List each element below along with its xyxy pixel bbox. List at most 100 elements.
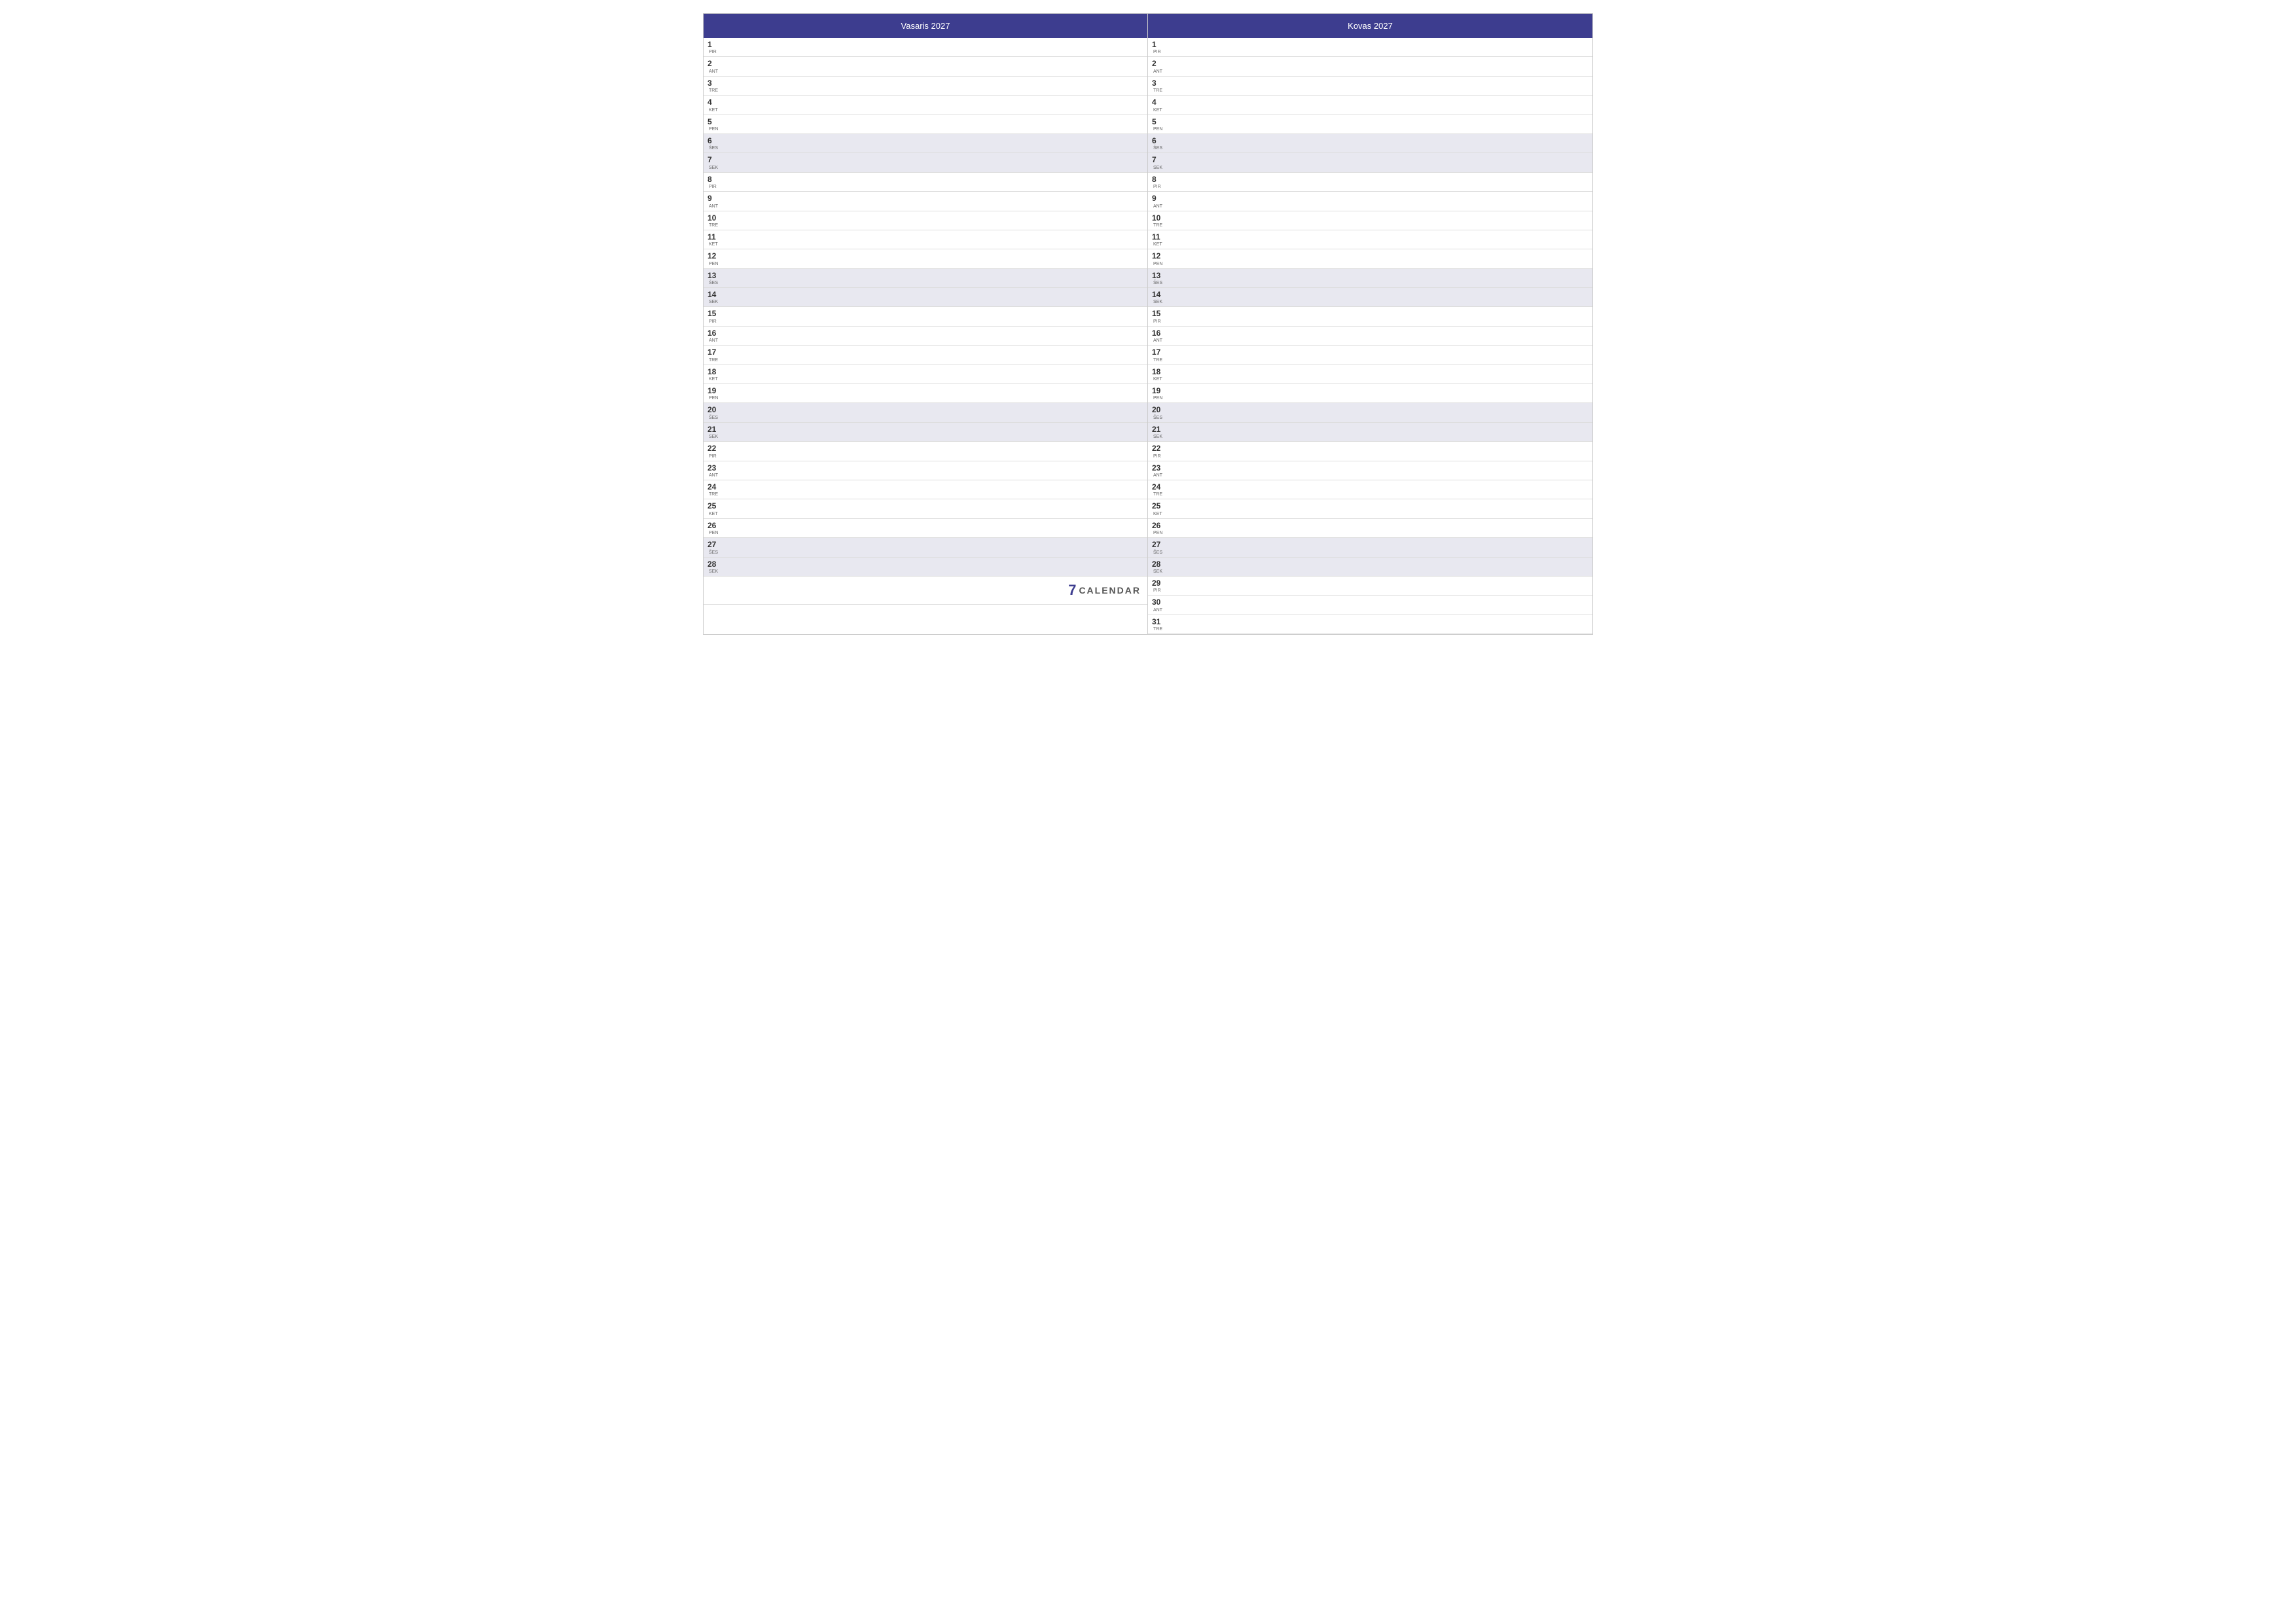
day-number: 27 <box>1152 540 1165 549</box>
day-row: 16ANT <box>1148 327 1592 346</box>
page: Vasaris 2027 1PIR2ANT3TRE4KET5PEN6ŠES7SE… <box>690 0 1606 648</box>
month-header-vasaris: Vasaris 2027 <box>704 14 1147 38</box>
day-label: 26PEN <box>1152 521 1165 535</box>
day-row: 4KET <box>704 96 1147 115</box>
day-name: KET <box>709 242 718 247</box>
day-number: 27 <box>708 540 721 549</box>
day-name: TRE <box>1153 88 1162 93</box>
day-label: 14SEK <box>708 290 721 304</box>
day-row: 11KET <box>704 230 1147 249</box>
day-row: 6ŠES <box>1148 134 1592 153</box>
day-number: 31 <box>1152 617 1165 626</box>
day-name: PIR <box>709 454 717 459</box>
day-row: 1PIR <box>1148 38 1592 57</box>
day-label: 11KET <box>1152 232 1165 247</box>
day-number: 7 <box>708 155 721 164</box>
day-number: 22 <box>708 444 721 453</box>
day-name: PIR <box>1153 50 1161 54</box>
day-number: 23 <box>708 463 721 473</box>
day-number: 20 <box>1152 405 1165 414</box>
day-label: 5PEN <box>708 117 721 132</box>
day-label: 16ANT <box>1152 329 1165 343</box>
day-row: 26PEN <box>1148 519 1592 538</box>
day-number: 10 <box>708 213 721 223</box>
day-number: 19 <box>708 386 721 395</box>
day-row: 4KET <box>1148 96 1592 115</box>
day-name: TRE <box>1153 627 1162 632</box>
day-name: PIR <box>1153 454 1161 459</box>
day-label: 17TRE <box>708 348 721 362</box>
day-label: 21SEK <box>708 425 721 439</box>
day-number: 22 <box>1152 444 1165 453</box>
day-label: 11KET <box>708 232 721 247</box>
day-label: 20 ŠES <box>1152 405 1165 419</box>
day-row: 14SEK <box>1148 288 1592 307</box>
day-number: 1 <box>708 40 721 49</box>
day-row: 19PEN <box>704 384 1147 403</box>
day-number: 1 <box>1152 40 1165 49</box>
day-number: 12 <box>1152 251 1165 260</box>
day-number: 30 <box>1152 597 1165 607</box>
day-row: 7SEK <box>704 153 1147 172</box>
day-name: TRE <box>1153 223 1162 228</box>
day-label: 6ŠES <box>708 136 721 151</box>
day-name: PIR <box>1153 185 1161 189</box>
day-row: 19PEN <box>1148 384 1592 403</box>
day-row: 18KET <box>704 365 1147 384</box>
day-name: PEN <box>709 262 718 266</box>
day-name: PEN <box>1153 531 1162 535</box>
day-name: SEK <box>709 569 718 574</box>
day-row: 5PEN <box>1148 115 1592 134</box>
day-label: 22PIR <box>708 444 721 458</box>
day-label: 9ANT <box>1152 194 1165 208</box>
month-header-kovas: Kovas 2027 <box>1148 14 1592 38</box>
day-name: ŠES <box>1153 416 1162 420</box>
day-name: PEN <box>709 396 718 401</box>
day-name: PEN <box>1153 262 1162 266</box>
day-row: 5PEN <box>704 115 1147 134</box>
day-number: 23 <box>1152 463 1165 473</box>
day-label: 26PEN <box>708 521 721 535</box>
day-label: 25KET <box>708 501 721 516</box>
day-row: 22PIR <box>704 442 1147 461</box>
day-number: 5 <box>708 117 721 126</box>
day-label: 23ANT <box>1152 463 1165 478</box>
day-row: 9ANT <box>1148 192 1592 211</box>
month-vasaris: Vasaris 2027 1PIR2ANT3TRE4KET5PEN6ŠES7SE… <box>704 14 1148 634</box>
day-label: 8PIR <box>708 175 721 189</box>
day-label: 28SEK <box>708 560 721 574</box>
day-name: PIR <box>1153 319 1161 324</box>
day-label: 3TRE <box>1152 79 1165 93</box>
day-name: ŠES <box>709 281 718 285</box>
day-number: 25 <box>1152 501 1165 510</box>
day-name: ANT <box>1153 69 1162 74</box>
day-row: 12 PEN <box>1148 249 1592 268</box>
day-number: 29 <box>1152 579 1165 588</box>
day-number: 21 <box>1152 425 1165 434</box>
day-number: 5 <box>1152 117 1165 126</box>
day-number: 15 <box>1152 309 1165 318</box>
day-name: SEK <box>709 300 718 304</box>
day-label: 2ANT <box>1152 59 1165 73</box>
day-label: 28SEK <box>1152 560 1165 574</box>
day-label: 3TRE <box>708 79 721 93</box>
brand-number: 7 <box>1068 582 1076 599</box>
day-row: 24TRE <box>1148 480 1592 499</box>
day-row: 10TRE <box>1148 211 1592 230</box>
day-label: 14SEK <box>1152 290 1165 304</box>
day-number: 14 <box>708 290 721 299</box>
day-number: 6 <box>1152 136 1165 145</box>
day-label: 9ANT <box>708 194 721 208</box>
day-name: ANT <box>709 473 718 478</box>
month-title-vasaris: Vasaris 2027 <box>901 21 950 31</box>
day-name: KET <box>1153 377 1162 382</box>
day-number: 2 <box>708 59 721 68</box>
day-number: 21 <box>708 425 721 434</box>
day-name: PIR <box>709 50 717 54</box>
day-name: KET <box>709 512 718 516</box>
day-name: ŠES <box>709 146 718 151</box>
day-row: 29PIR <box>1148 577 1592 596</box>
day-name: PIR <box>709 319 717 324</box>
day-number: 4 <box>708 98 721 107</box>
day-row: 26PEN <box>704 519 1147 538</box>
